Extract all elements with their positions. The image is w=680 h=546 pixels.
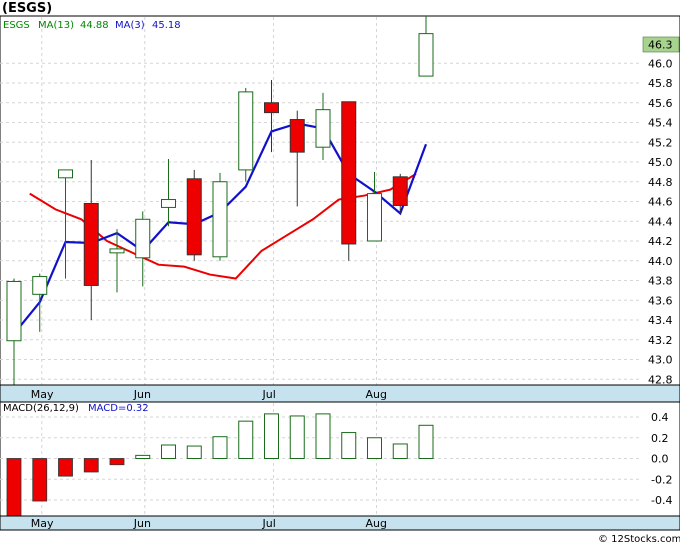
macd-bar bbox=[109, 458, 125, 466]
macd-bar bbox=[264, 413, 279, 460]
macd-legend-value: MACD=0.32 bbox=[88, 403, 149, 414]
candle-body bbox=[135, 218, 151, 259]
macd-bar bbox=[58, 458, 73, 477]
price-panel bbox=[0, 15, 680, 403]
price-tick-label: 44.4 bbox=[648, 215, 673, 228]
macd-bar bbox=[238, 420, 254, 459]
candle bbox=[341, 101, 357, 261]
macd-bar bbox=[135, 454, 151, 460]
candle-body bbox=[367, 193, 382, 242]
price-tick-label: 43.0 bbox=[648, 354, 673, 367]
candle-body bbox=[315, 109, 331, 148]
candle-body bbox=[392, 176, 408, 206]
price-tick-label: 43.8 bbox=[648, 275, 673, 288]
candle bbox=[212, 172, 228, 261]
macd-bar bbox=[392, 443, 408, 460]
candle-body bbox=[238, 91, 254, 171]
candle-body bbox=[6, 280, 22, 342]
price-tick-label: 44.2 bbox=[648, 235, 673, 248]
price-tick-label: 42.8 bbox=[648, 373, 673, 386]
chart-canvas: (ESGS) 42.843.043.243.443.643.844.044.24… bbox=[0, 1, 680, 545]
macd-tick-label: 0.0 bbox=[651, 453, 669, 466]
month-label: May bbox=[31, 517, 54, 530]
macd-bar bbox=[315, 413, 331, 460]
macd-tick-label: 0.4 bbox=[651, 411, 669, 424]
last-price-tag: 46.3 bbox=[648, 39, 673, 52]
candle-body bbox=[32, 276, 48, 295]
candle-body bbox=[186, 178, 202, 256]
price-tick-label: 43.6 bbox=[648, 294, 673, 307]
price-tick-label: 44.8 bbox=[648, 176, 673, 189]
macd-bar bbox=[367, 437, 382, 459]
macd-bar bbox=[418, 424, 434, 459]
macd-tick-label: 0.2 bbox=[651, 432, 669, 445]
candle-body bbox=[161, 199, 176, 208]
candle-body bbox=[264, 102, 279, 114]
candle-body bbox=[418, 33, 434, 77]
legend-symbol: ESGS bbox=[3, 20, 30, 31]
candle-body bbox=[341, 101, 357, 245]
macd-bar bbox=[6, 458, 22, 517]
candle-body bbox=[212, 181, 228, 258]
price-month-axis bbox=[0, 384, 680, 403]
macd-bar bbox=[186, 445, 202, 459]
price-tick-label: 46.0 bbox=[648, 57, 673, 70]
macd-bar bbox=[212, 436, 228, 459]
candle-body bbox=[289, 119, 305, 153]
price-tick-label: 43.2 bbox=[648, 334, 673, 347]
month-label: Jun bbox=[133, 388, 151, 401]
legend-ma13-value: 44.88 bbox=[80, 20, 109, 31]
price-tick-label: 44.0 bbox=[648, 255, 673, 268]
month-label: Jul bbox=[262, 517, 276, 530]
macd-bar bbox=[341, 432, 357, 459]
macd-bar bbox=[161, 444, 176, 460]
price-tick-label: 44.6 bbox=[648, 196, 673, 209]
price-tick-label: 45.0 bbox=[648, 156, 673, 169]
price-tick-label: 45.8 bbox=[648, 77, 673, 90]
month-label: Jun bbox=[133, 517, 151, 530]
price-tick-label: 45.4 bbox=[648, 117, 673, 130]
month-label: Aug bbox=[366, 388, 387, 401]
candle bbox=[238, 87, 254, 182]
macd-bar bbox=[289, 415, 305, 459]
month-label: Aug bbox=[366, 517, 387, 530]
legend-ma13-label: MA(13) bbox=[38, 20, 74, 31]
candle-body bbox=[109, 248, 125, 254]
credit-text: © 12Stocks.com bbox=[598, 534, 680, 545]
price-tick-label: 45.6 bbox=[648, 97, 673, 110]
price-tick-label: 43.4 bbox=[648, 314, 673, 327]
chart-title: (ESGS) bbox=[2, 1, 52, 16]
legend-ma3-label: MA(3) bbox=[115, 20, 145, 31]
legend-ma3-value: 45.18 bbox=[152, 20, 181, 31]
price-axis-ticks: 42.8 43.0 43.2 43.4 43.6 43.8 44.0 44.2 44.4 44.6… bbox=[648, 57, 673, 386]
month-label: May bbox=[31, 388, 54, 401]
macd-bar bbox=[32, 458, 48, 502]
candle bbox=[186, 169, 202, 261]
macd-bar bbox=[83, 458, 99, 473]
candle-body bbox=[58, 169, 73, 179]
price-tick-label: 45.2 bbox=[648, 136, 673, 149]
macd-tick-label: -0.2 bbox=[651, 473, 672, 486]
macd-tick-label: -0.4 bbox=[651, 494, 672, 507]
macd-month-axis bbox=[0, 515, 680, 531]
month-label: Jul bbox=[262, 388, 276, 401]
macd-legend-label: MACD(26,12,9) bbox=[3, 403, 79, 414]
candle-body bbox=[83, 202, 99, 286]
